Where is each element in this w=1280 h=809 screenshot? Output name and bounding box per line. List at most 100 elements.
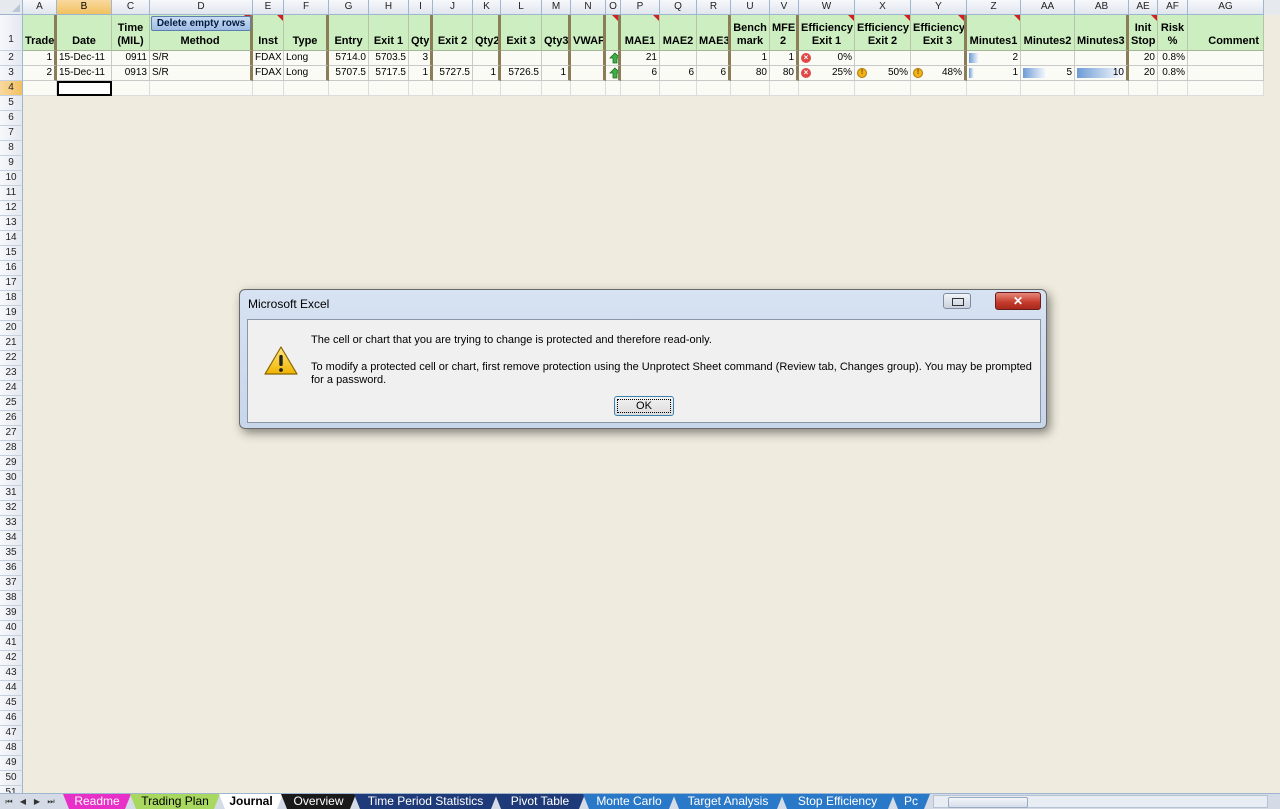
cell-h4[interactable] — [369, 81, 409, 96]
row-header-1[interactable]: 1 — [0, 15, 23, 51]
column-header-f[interactable]: F — [284, 0, 329, 15]
header-cell-k[interactable]: Qty2 — [473, 15, 501, 51]
cell-r3[interactable]: 6 — [697, 66, 731, 81]
cell-aa4[interactable] — [1021, 81, 1075, 96]
cell-b3[interactable]: 15-Dec-11 — [57, 66, 112, 81]
row-header-41[interactable]: 41 — [0, 636, 23, 651]
header-cell-q[interactable]: MAE2 — [660, 15, 697, 51]
cell-k3[interactable]: 1 — [473, 66, 501, 81]
column-header-aa[interactable]: AA — [1021, 0, 1075, 15]
row-header-18[interactable]: 18 — [0, 291, 23, 306]
cell-aa2[interactable] — [1021, 51, 1075, 66]
header-cell-n[interactable]: VWAP — [571, 15, 606, 51]
header-cell-x[interactable]: Efficiency Exit 2 — [855, 15, 911, 51]
header-cell-af[interactable]: Risk % — [1158, 15, 1188, 51]
cell-l4[interactable] — [501, 81, 542, 96]
sheet-tab-trading-plan[interactable]: Trading Plan — [130, 794, 220, 809]
header-cell-ag[interactable]: Comment — [1188, 15, 1264, 51]
header-cell-u[interactable]: Bench mark — [731, 15, 770, 51]
row-header-32[interactable]: 32 — [0, 501, 23, 516]
cell-m4[interactable] — [542, 81, 571, 96]
cell-e3[interactable]: FDAX — [253, 66, 284, 81]
row-header-42[interactable]: 42 — [0, 651, 23, 666]
cell-i3[interactable]: 1 — [409, 66, 433, 81]
column-header-j[interactable]: J — [433, 0, 473, 15]
sheet-tab-overview[interactable]: Overview — [281, 794, 356, 809]
cell-g2[interactable]: 5714.0 — [329, 51, 369, 66]
row-header-50[interactable]: 50 — [0, 771, 23, 786]
row-header-21[interactable]: 21 — [0, 336, 23, 351]
row-header-35[interactable]: 35 — [0, 546, 23, 561]
header-cell-b[interactable]: Date — [57, 15, 112, 51]
cell-v4[interactable] — [770, 81, 799, 96]
row-header-37[interactable]: 37 — [0, 576, 23, 591]
row-header-43[interactable]: 43 — [0, 666, 23, 681]
cell-e4[interactable] — [253, 81, 284, 96]
cell-d3[interactable]: S/R — [150, 66, 253, 81]
row-header-24[interactable]: 24 — [0, 381, 23, 396]
row-header-11[interactable]: 11 — [0, 186, 23, 201]
cell-j3[interactable]: 5727.5 — [433, 66, 473, 81]
cell-g4[interactable] — [329, 81, 369, 96]
cell-ae2[interactable]: 20 — [1129, 51, 1158, 66]
column-header-x[interactable]: X — [855, 0, 911, 15]
cell-p2[interactable]: 21 — [621, 51, 660, 66]
row-header-9[interactable]: 9 — [0, 156, 23, 171]
row-header-5[interactable]: 5 — [0, 96, 23, 111]
row-header-15[interactable]: 15 — [0, 246, 23, 261]
column-header-u[interactable]: U — [731, 0, 770, 15]
column-header-ae[interactable]: AE — [1129, 0, 1158, 15]
row-header-23[interactable]: 23 — [0, 366, 23, 381]
column-header-v[interactable]: V — [770, 0, 799, 15]
cell-d4[interactable] — [150, 81, 253, 96]
row-header-10[interactable]: 10 — [0, 171, 23, 186]
scroll-thumb[interactable] — [948, 797, 1028, 808]
cell-x4[interactable] — [855, 81, 911, 96]
row-header-27[interactable]: 27 — [0, 426, 23, 441]
row-header-45[interactable]: 45 — [0, 696, 23, 711]
header-cell-aa[interactable]: Minutes2 — [1021, 15, 1075, 51]
sheet-tab-stop-efficiency[interactable]: Stop Efficiency — [781, 794, 894, 809]
row-header-8[interactable]: 8 — [0, 141, 23, 156]
cell-o4[interactable] — [606, 81, 621, 96]
header-cell-z[interactable]: Minutes1 — [967, 15, 1021, 51]
column-header-p[interactable]: P — [621, 0, 660, 15]
cell-c3[interactable]: 0913 — [112, 66, 150, 81]
cell-b2[interactable]: 15-Dec-11 — [57, 51, 112, 66]
sheet-tab-readme[interactable]: Readme — [63, 794, 131, 809]
cell-y3[interactable]: ! 48% — [911, 66, 967, 81]
row-header-25[interactable]: 25 — [0, 396, 23, 411]
row-header-47[interactable]: 47 — [0, 726, 23, 741]
restore-button[interactable] — [943, 293, 971, 309]
header-cell-f[interactable]: Type — [284, 15, 329, 51]
cell-j2[interactable] — [433, 51, 473, 66]
cell-r2[interactable] — [697, 51, 731, 66]
cell-y4[interactable] — [911, 81, 967, 96]
header-cell-y[interactable]: Efficiency Exit 3 — [911, 15, 967, 51]
column-header-w[interactable]: W — [799, 0, 855, 15]
row-header-22[interactable]: 22 — [0, 351, 23, 366]
cell-u3[interactable]: 80 — [731, 66, 770, 81]
cell-h2[interactable]: 5703.5 — [369, 51, 409, 66]
cell-ab3[interactable]: 10 — [1075, 66, 1129, 81]
header-cell-m[interactable]: Qty3 — [542, 15, 571, 51]
header-cell-a[interactable]: Trade — [23, 15, 57, 51]
cell-aa3[interactable]: 5 — [1021, 66, 1075, 81]
cell-w3[interactable]: × 25% — [799, 66, 855, 81]
column-header-g[interactable]: G — [329, 0, 369, 15]
header-cell-c[interactable]: Time (MIL) — [112, 15, 150, 51]
header-cell-ae[interactable]: Init Stop — [1129, 15, 1158, 51]
column-header-h[interactable]: H — [369, 0, 409, 15]
row-header-44[interactable]: 44 — [0, 681, 23, 696]
cell-v3[interactable]: 80 — [770, 66, 799, 81]
row-header-31[interactable]: 31 — [0, 486, 23, 501]
row-header-36[interactable]: 36 — [0, 561, 23, 576]
column-header-d[interactable]: D — [150, 0, 253, 15]
header-cell-v[interactable]: MFE 2 — [770, 15, 799, 51]
sheet-tab-pivot-table[interactable]: Pivot Table — [495, 794, 585, 809]
row-header-19[interactable]: 19 — [0, 306, 23, 321]
column-header-ag[interactable]: AG — [1188, 0, 1264, 15]
row-header-38[interactable]: 38 — [0, 591, 23, 606]
cell-f3[interactable]: Long — [284, 66, 329, 81]
header-cell-w[interactable]: Efficiency Exit 1 — [799, 15, 855, 51]
